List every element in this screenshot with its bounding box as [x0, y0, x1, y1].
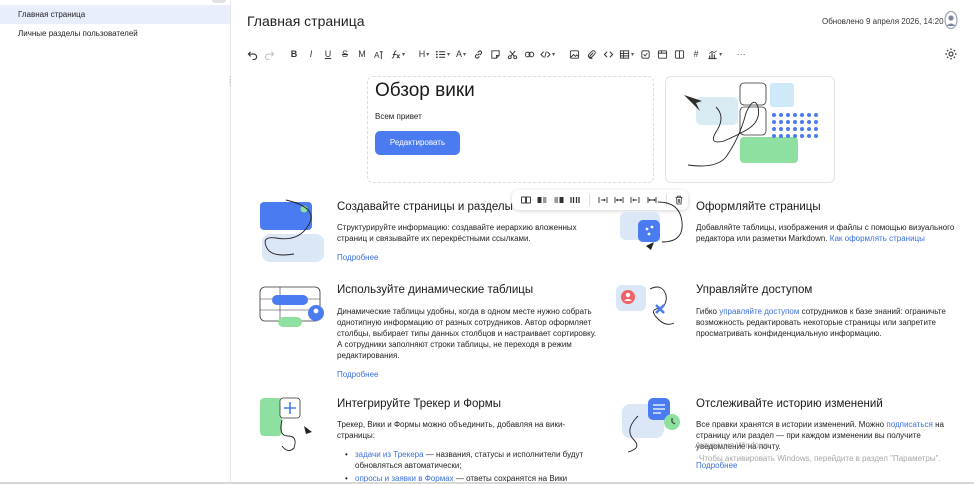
- formula-icon: [391, 49, 400, 59]
- align-right-icon: [554, 197, 564, 203]
- feature-title-access: Управляйте доступом: [696, 284, 813, 296]
- bulleted-list-icon: [435, 50, 446, 58]
- hero-title: Обзор вики: [375, 80, 475, 101]
- image-align-left-button[interactable]: [534, 193, 549, 207]
- feature-text-format: Добавляйте таблицы, изображения и файлы …: [696, 223, 955, 243]
- embed-code-button[interactable]: [600, 45, 616, 63]
- chart-dropdown[interactable]: ▾: [705, 45, 724, 63]
- pages-illustration: [260, 199, 324, 262]
- quote-icon: [524, 51, 534, 57]
- angle-brackets-icon: [603, 50, 613, 58]
- note-button[interactable]: [487, 45, 503, 63]
- gear-icon[interactable]: [944, 47, 958, 61]
- feature-text-tables: Динамические таблицы удобны, когда в одн…: [337, 307, 597, 360]
- more-options-button[interactable]: ···: [733, 45, 749, 63]
- tabs-button[interactable]: [654, 45, 670, 63]
- italic-button[interactable]: I: [303, 45, 319, 63]
- sidebar: Главная страница Личные разделы пользова…: [0, 0, 231, 484]
- hashtag-button[interactable]: #: [688, 45, 704, 63]
- text-color-dropdown[interactable]: A ▾: [453, 45, 469, 63]
- image-layout-1-button[interactable]: [518, 193, 533, 207]
- history-illustration: [622, 398, 680, 453]
- bold-button[interactable]: B: [286, 45, 302, 63]
- feature-title-tracker: Интегрируйте Трекер и Формы: [337, 398, 501, 410]
- image-inline-button[interactable]: [567, 193, 582, 207]
- align-left-icon: [537, 197, 547, 203]
- scissors-icon: [507, 50, 517, 59]
- feature-text-tracker: Трекер, Вики и Формы можно объединить, д…: [337, 420, 566, 440]
- width-small-icon: [598, 197, 607, 203]
- page-title: Главная страница: [247, 13, 365, 29]
- layout-two-boxes-icon: [520, 196, 531, 204]
- image-width-small-button[interactable]: [595, 193, 610, 207]
- columns-icon: [674, 49, 684, 59]
- manage-access-link[interactable]: управляйте доступом: [719, 307, 799, 316]
- list-item: задачи из Трекера — названия, статусы и …: [345, 449, 605, 471]
- table-icon: [619, 49, 630, 59]
- user-avatar-icon[interactable]: [943, 10, 959, 30]
- paperclip-icon: [587, 49, 596, 59]
- feature-more-link-pages[interactable]: Подробнее: [337, 253, 379, 262]
- feature-more-link-tables[interactable]: Подробнее: [337, 370, 379, 379]
- link-button[interactable]: [470, 45, 486, 63]
- undo-icon: [247, 50, 257, 60]
- feature-title-pages: Создавайте страницы и разделы: [337, 201, 513, 213]
- strikethrough-button[interactable]: S: [337, 45, 353, 63]
- image-icon: [569, 49, 579, 59]
- inline-icon: [570, 197, 580, 203]
- checkbox-button[interactable]: [637, 45, 653, 63]
- image-align-right-button[interactable]: [551, 193, 566, 207]
- redo-button[interactable]: [261, 45, 277, 63]
- heading-dropdown[interactable]: H ▾: [416, 45, 432, 63]
- tracker-issues-link[interactable]: задачи из Трекера: [355, 450, 424, 459]
- hero-illustration-graphic: [684, 82, 818, 167]
- text-size-button[interactable]: A: [371, 45, 387, 63]
- sidebar-item-home[interactable]: Главная страница: [0, 5, 230, 24]
- code-dropdown[interactable]: ▾: [538, 45, 557, 63]
- editor-toolbar: B I U S M A ▾ H ▾ ▾ A ▾ ▾ ▾ # ▾ ···: [244, 45, 750, 63]
- tabs-icon: [657, 49, 667, 59]
- feature-text-access: Гибко управляйте доступом сотрудников к …: [696, 307, 946, 338]
- note-icon: [490, 49, 500, 59]
- formatting-illustration: [620, 201, 683, 250]
- list-dropdown[interactable]: ▾: [433, 45, 452, 63]
- mark-button[interactable]: M: [354, 45, 370, 63]
- table-dropdown[interactable]: ▾: [617, 45, 636, 63]
- feature-text-pages: Структурируйте информацию: создавайте ие…: [337, 223, 577, 243]
- code-icon: [540, 50, 551, 58]
- feature-title-tables: Используйте динамические таблицы: [337, 284, 534, 296]
- columns-button[interactable]: [671, 45, 687, 63]
- dynamic-tables-illustration: [259, 286, 324, 327]
- link-icon: [474, 50, 482, 58]
- subscribe-link[interactable]: подписаться: [886, 420, 933, 429]
- how-to-format-link[interactable]: Как оформлять страницы: [830, 234, 925, 243]
- attach-file-button[interactable]: [583, 45, 599, 63]
- svg-text:A: A: [374, 51, 380, 60]
- watermark-title: Активация Windows: [695, 441, 769, 450]
- watermark-text: Чтобы активировать Windows, перейдите в …: [699, 454, 941, 463]
- chart-icon: [708, 50, 717, 59]
- edit-button[interactable]: Редактировать: [375, 131, 460, 155]
- cut-button[interactable]: [504, 45, 520, 63]
- checkbox-icon: [640, 49, 650, 59]
- sidebar-collapse-handle[interactable]: [212, 0, 226, 3]
- hero-subtitle: Всем привет: [375, 112, 422, 121]
- sidebar-resize-handle[interactable]: ⋮ ⋮: [226, 76, 234, 88]
- last-updated-text: Обновлено 9 апреля 2026, 14:20: [822, 17, 944, 26]
- redo-icon: [264, 50, 274, 60]
- text-size-icon: A: [374, 51, 383, 60]
- formula-dropdown[interactable]: ▾: [388, 45, 407, 63]
- feature-title-history: Отслеживайте историю изменений: [696, 398, 883, 410]
- feature-title-format: Оформляйте страницы: [696, 201, 821, 213]
- sidebar-item-personal-sections[interactable]: Личные разделы пользователей: [0, 24, 230, 43]
- image-button[interactable]: [566, 45, 582, 63]
- tracker-forms-list: задачи из Трекера — названия, статусы и …: [345, 449, 605, 484]
- underline-button[interactable]: U: [320, 45, 336, 63]
- hero-illustration[interactable]: [665, 76, 835, 183]
- tracker-forms-illustration: [260, 397, 312, 451]
- quote-button[interactable]: [521, 45, 537, 63]
- access-illustration: [616, 285, 675, 325]
- undo-button[interactable]: [244, 45, 260, 63]
